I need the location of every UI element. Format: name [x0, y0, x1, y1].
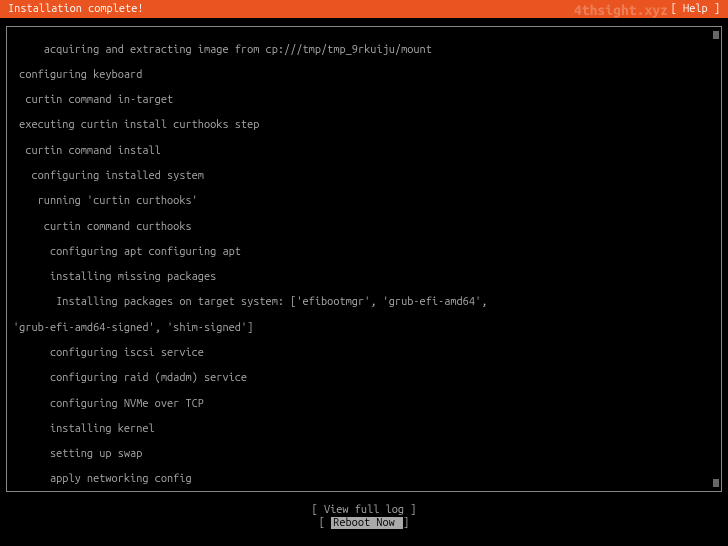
help-button[interactable]: [ Help ] [671, 3, 720, 16]
scroll-handle-bottom[interactable] [713, 479, 719, 487]
reboot-right-bracket: ] [403, 517, 409, 529]
log-line: 'grub-efi-amd64-signed', 'shim-signed'] [13, 322, 715, 335]
log-line: configuring installed system [13, 170, 715, 183]
footer-buttons: [ View full log ] [ Reboot Now ] [6, 504, 722, 529]
view-full-log-label: [ View full log ] [312, 504, 417, 516]
log-line: setting up swap [13, 448, 715, 461]
log-line: curtin command curthooks [13, 221, 715, 234]
scroll-handle-top[interactable] [713, 31, 719, 39]
log-line: installing missing packages [13, 271, 715, 284]
log-line: executing curtin install curthooks step [13, 119, 715, 132]
log-line: apply networking config [13, 473, 715, 486]
log-line: configuring iscsi service [13, 347, 715, 360]
log-line: installing kernel [13, 423, 715, 436]
install-log: acquiring and extracting image from cp:/… [6, 26, 722, 492]
log-line: running 'curtin curthooks' [13, 195, 715, 208]
view-full-log-button[interactable]: [ View full log ] [6, 504, 722, 517]
content-wrap: acquiring and extracting image from cp:/… [0, 18, 728, 529]
reboot-now-button[interactable]: [ Reboot Now ] [6, 517, 722, 530]
install-title: Installation complete! [8, 3, 144, 16]
reboot-now-label: Reboot Now [331, 517, 403, 529]
log-line: curtin command install [13, 145, 715, 158]
log-line: configuring keyboard [13, 69, 715, 82]
header-bar: Installation complete! [ Help ] [0, 0, 728, 18]
log-line: acquiring and extracting image from cp:/… [13, 44, 715, 57]
log-scrollbar[interactable] [713, 31, 719, 487]
log-line: Installing packages on target system: ['… [13, 296, 715, 309]
log-line: configuring apt configuring apt [13, 246, 715, 259]
reboot-left-bracket: [ [319, 517, 331, 529]
log-line: configuring NVMe over TCP [13, 398, 715, 411]
log-line: curtin command in-target [13, 94, 715, 107]
log-line: configuring raid (mdadm) service [13, 372, 715, 385]
